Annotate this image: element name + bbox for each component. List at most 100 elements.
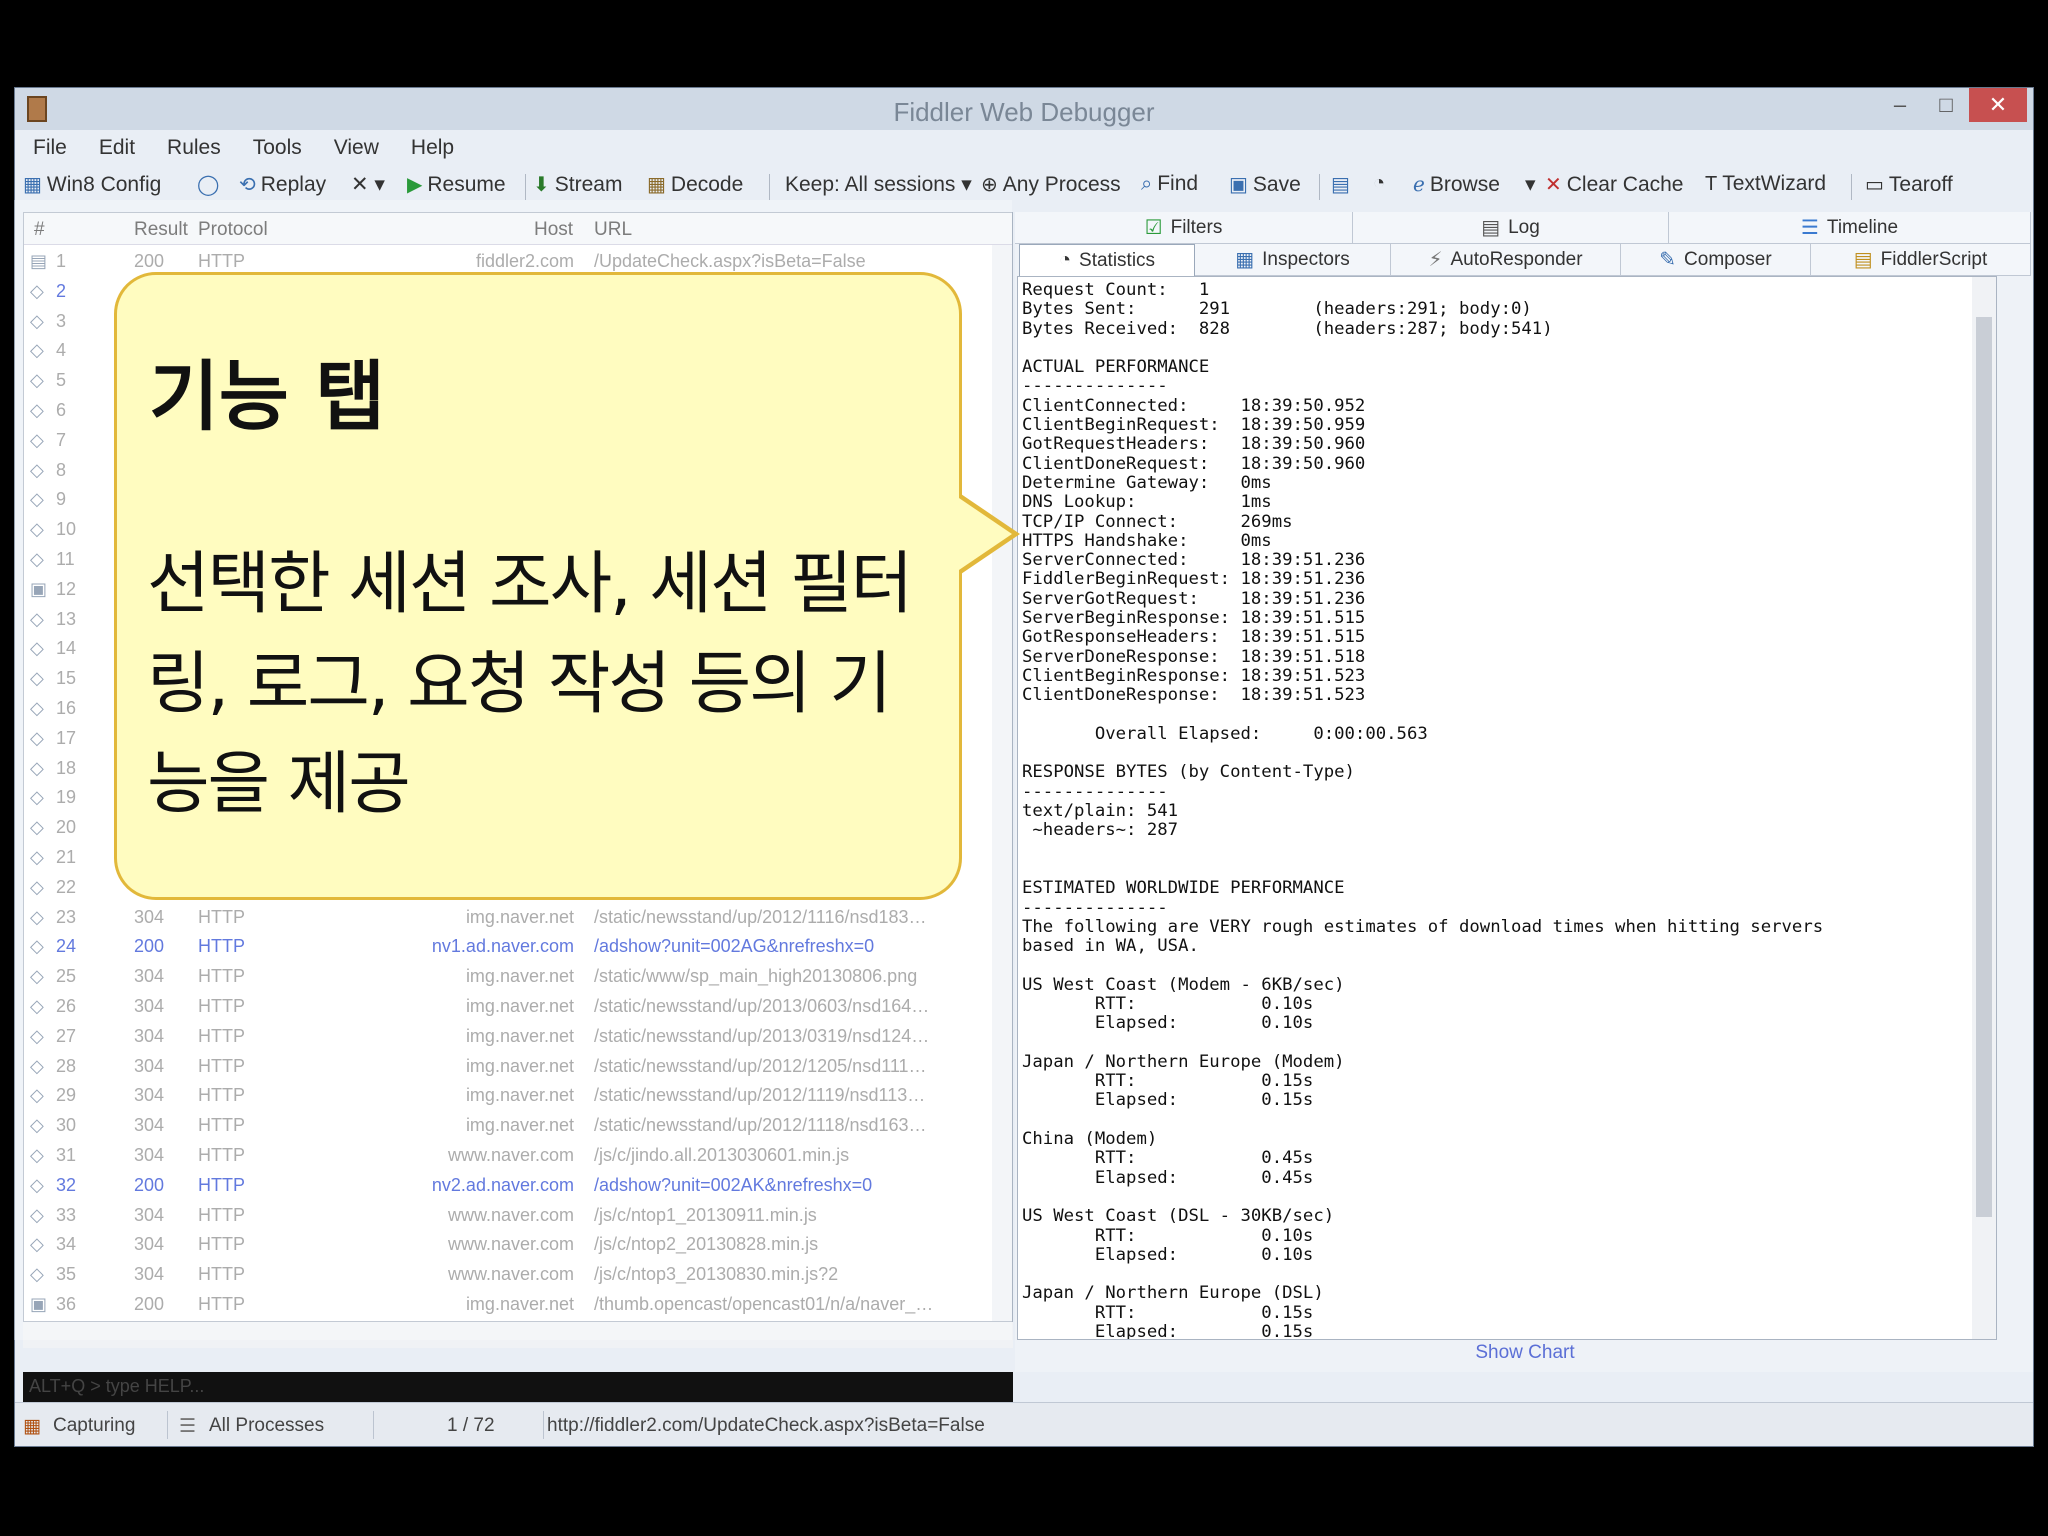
window-title: Fiddler Web Debugger: [893, 97, 1155, 127]
scrollbar-thumb[interactable]: [1976, 317, 1992, 1217]
timer-button[interactable]: ◔: [1373, 172, 1390, 195]
menu-help[interactable]: Help: [393, 132, 468, 160]
callout-box: 기능 탭 선택한 세션 조사, 세션 필터링, 로그, 요청 작성 등의 기능을…: [114, 272, 962, 900]
replay-button[interactable]: ⟲ Replay: [239, 172, 326, 197]
tearoff-icon: ▭: [1865, 174, 1884, 196]
screenshot-button[interactable]: ▤: [1331, 172, 1355, 197]
capture-icon: ▦: [23, 1416, 41, 1437]
win8config-label: Win8 Config: [46, 172, 162, 196]
resume-button[interactable]: ▶ Resume: [407, 172, 506, 197]
script-icon: ▤: [1853, 249, 1873, 271]
status-bar: ▦ Capturing ☰ All Processes 1 / 72 http:…: [15, 1402, 2033, 1446]
tab-autoresponder[interactable]: ⚡ AutoResponder: [1391, 244, 1621, 276]
process-filter[interactable]: All Processes: [209, 1415, 324, 1437]
camera-icon: ▤: [1331, 174, 1350, 196]
statistics-panel[interactable]: Request Count: 1 Bytes Sent: 291 (header…: [1017, 276, 1997, 1340]
tab-composer-label: Composer: [1684, 248, 1772, 270]
keep-sessions-dropdown[interactable]: Keep: All sessions ▾: [785, 172, 972, 197]
replay-label: Replay: [260, 172, 327, 196]
menu-tools[interactable]: Tools: [235, 132, 316, 160]
capturing-status[interactable]: Capturing: [53, 1415, 135, 1437]
remove-button[interactable]: ✕ ▾: [351, 172, 385, 197]
title-bar: Fiddler Web Debugger ‒ □ ✕: [15, 88, 2033, 130]
top-tab-row: ☑ Filters ▤ Log ☰ Timeline: [1015, 212, 2031, 244]
tab-timeline-label: Timeline: [1826, 216, 1899, 238]
callout-title: 기능 탭: [149, 352, 386, 441]
find-button[interactable]: ⌕ Find: [1141, 172, 1198, 196]
chevron-down-icon: ▾: [1525, 173, 1536, 196]
log-icon: ▤: [1481, 217, 1501, 239]
any-process-button[interactable]: ⊕ Any Process: [981, 172, 1121, 197]
decode-label: Decode: [670, 172, 744, 196]
clear-cache-button[interactable]: ✕ Clear Cache: [1545, 172, 1684, 197]
status-url: http://fiddler2.com/UpdateCheck.aspx?isB…: [547, 1415, 985, 1436]
show-chart-link[interactable]: Show Chart: [1017, 1342, 2033, 1370]
any-process-label: Any Process: [1002, 172, 1121, 196]
tab-log-label: Log: [1508, 216, 1540, 238]
windows-icon: ▦: [23, 174, 42, 196]
resume-label: Resume: [427, 172, 506, 196]
menu-file[interactable]: File: [15, 132, 81, 160]
browse-label: Browse: [1429, 172, 1500, 196]
comment-icon: ◯: [197, 174, 220, 196]
save-icon: ▣: [1229, 174, 1248, 196]
tab-inspectors[interactable]: ▦ Inspectors: [1195, 244, 1391, 276]
inspector-pane: ☑ Filters ▤ Log ☰ Timeline ◔ Statistics ▦ Ins…: [1015, 212, 2033, 1372]
minimize-button[interactable]: ‒: [1877, 88, 1923, 122]
filter-icon: ☰: [179, 1416, 197, 1437]
checkbox-icon: ☑: [1144, 217, 1163, 239]
stream-button[interactable]: ⬇ Stream: [533, 172, 622, 197]
find-label: Find: [1157, 172, 1199, 195]
clear-cache-icon: ✕: [1545, 174, 1562, 196]
maximize-button[interactable]: □: [1923, 88, 1969, 122]
tearoff-button[interactable]: ▭ Tearoff: [1865, 172, 1953, 197]
stream-label: Stream: [554, 172, 623, 196]
browse-button[interactable]: ℯ Browse: [1413, 172, 1500, 197]
bottom-tab-row: ◔ Statistics ▦ Inspectors ⚡ AutoResponder ✎…: [1015, 244, 2031, 276]
tab-statistics-label: Statistics: [1079, 249, 1156, 271]
timeline-icon: ☰: [1800, 217, 1819, 239]
tab-inspectors-label: Inspectors: [1262, 248, 1350, 270]
inspectors-icon: ▦: [1235, 249, 1255, 271]
statistics-text: Request Count: 1 Bytes Sent: 291 (header…: [1022, 280, 1824, 1340]
menu-edit[interactable]: Edit: [81, 132, 149, 160]
statistics-scrollbar[interactable]: [1972, 277, 1996, 1339]
callout-body: 선택한 세션 조사, 세션 필터링, 로그, 요청 작성 등의 기능을 제공: [147, 545, 913, 824]
tab-filters[interactable]: ☑ Filters: [1015, 212, 1353, 244]
tab-statistics[interactable]: ◔ Statistics: [1019, 244, 1195, 276]
binoculars-icon: ⌕: [1141, 172, 1153, 195]
stopwatch-icon: ◔: [1058, 249, 1072, 271]
callout-pointer-fill: [956, 496, 1012, 572]
clear-cache-label: Clear Cache: [1566, 172, 1684, 196]
stream-icon: ⬇: [533, 174, 550, 196]
keep-sessions-label: Keep: All sessions ▾: [785, 173, 972, 196]
remove-label: ✕ ▾: [351, 173, 385, 196]
tab-timeline[interactable]: ☰ Timeline: [1669, 212, 2031, 244]
session-count: 1 / 72: [447, 1415, 495, 1436]
close-button[interactable]: ✕: [1969, 88, 2027, 122]
win8config-button[interactable]: ▦ Win8 Config: [23, 172, 161, 197]
composer-icon: ✎: [1659, 249, 1677, 271]
menu-rules[interactable]: Rules: [149, 132, 235, 160]
tab-composer[interactable]: ✎ Composer: [1621, 244, 1811, 276]
decode-button[interactable]: ▦ Decode: [647, 172, 743, 197]
crosshair-icon: ⊕: [981, 174, 998, 196]
comment-button[interactable]: ◯: [197, 172, 224, 197]
save-button[interactable]: ▣ Save: [1229, 172, 1301, 197]
save-label: Save: [1252, 172, 1301, 196]
textwizard-label: TextWizard: [1722, 172, 1827, 195]
quickexec-input[interactable]: ALT+Q > type HELP...: [23, 1372, 1013, 1402]
menu-view[interactable]: View: [316, 132, 393, 160]
tab-fiddlerscript-label: FiddlerScript: [1880, 248, 1988, 270]
decode-icon: ▦: [647, 174, 666, 196]
browse-dropdown[interactable]: ▾: [1525, 172, 1536, 197]
tab-autoresponder-label: AutoResponder: [1450, 248, 1583, 270]
replay-icon: ⟲: [239, 174, 256, 196]
textwizard-button[interactable]: T TextWizard: [1705, 172, 1826, 196]
browser-icon: ℯ: [1413, 174, 1425, 196]
menu-bar: File Edit Rules Tools View Help: [15, 132, 2033, 164]
tab-log[interactable]: ▤ Log: [1353, 212, 1669, 244]
tab-fiddlerscript[interactable]: ▤ FiddlerScript: [1811, 244, 2031, 276]
lightning-icon: ⚡: [1428, 249, 1443, 271]
text-icon: T: [1705, 172, 1718, 195]
